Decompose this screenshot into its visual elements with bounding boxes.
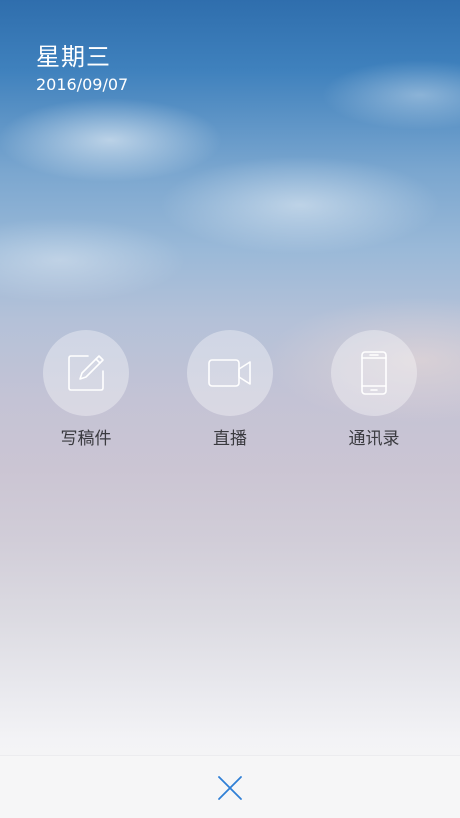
contacts-icon-circle[interactable] xyxy=(331,330,417,416)
publish-panel: 星期三 2016/09/07 写稿件 直播 通讯录 xyxy=(0,0,460,818)
contacts-label: 通讯录 xyxy=(348,429,400,449)
write-article-icon-circle[interactable] xyxy=(43,330,129,416)
date-label: 2016/09/07 xyxy=(36,75,129,94)
date-header: 星期三 2016/09/07 xyxy=(36,42,128,96)
close-button[interactable] xyxy=(212,770,248,806)
live-stream-button[interactable]: 直播 xyxy=(187,330,273,450)
write-article-label: 写稿件 xyxy=(60,429,112,449)
action-grid: 写稿件 直播 通讯录 xyxy=(0,330,460,460)
phone-icon xyxy=(361,351,387,395)
edit-icon xyxy=(68,355,104,391)
bottom-bar xyxy=(0,755,460,818)
contacts-button[interactable]: 通讯录 xyxy=(331,330,417,450)
live-stream-icon-circle[interactable] xyxy=(187,330,273,416)
live-stream-label: 直播 xyxy=(213,429,247,449)
close-icon xyxy=(218,776,242,800)
video-camera-icon xyxy=(208,359,251,387)
write-article-button[interactable]: 写稿件 xyxy=(43,330,129,450)
weekday-label: 星期三 xyxy=(36,43,111,71)
